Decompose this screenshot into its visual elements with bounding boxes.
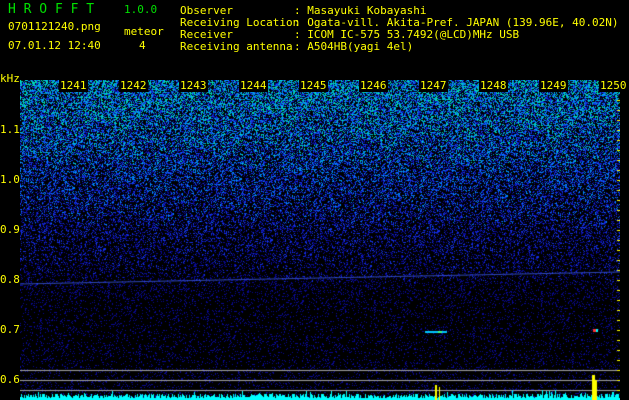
freq-label: 0.9 [0,223,20,236]
time-label: 1245 [299,79,328,92]
meteor-label: meteor [124,25,164,38]
freq-label: 0.7 [0,323,20,336]
freq-unit: kHz [0,72,20,85]
time-label: 1243 [179,79,208,92]
freq-label: 1.0 [0,173,20,186]
app-name: H R O F F T [8,2,95,17]
info-label: Receiving antenna [180,40,293,53]
app-version: 1.0.0 [124,3,158,16]
time-label: 1250 [599,79,628,92]
meteor-count: 4 [139,39,146,52]
freq-label: 0.6 [0,373,20,386]
time-label: 1244 [239,79,268,92]
antenna-value: A504HB(yagi 4el) [307,40,414,53]
freq-label: 1.1 [0,123,20,136]
time-label: 1242 [119,79,148,92]
time-label: 1247 [419,79,448,92]
freq-label: 0.8 [0,273,20,286]
spectrogram [20,80,620,400]
time-label: 1248 [479,79,508,92]
datetime: 07.01.12 12:40 [8,39,101,52]
filename: 0701121240.png [8,20,101,33]
time-label: 1246 [359,79,388,92]
time-label: 1249 [539,79,568,92]
time-label: 1241 [59,79,88,92]
info-value: : A504HB(yagi 4el) [294,40,414,53]
